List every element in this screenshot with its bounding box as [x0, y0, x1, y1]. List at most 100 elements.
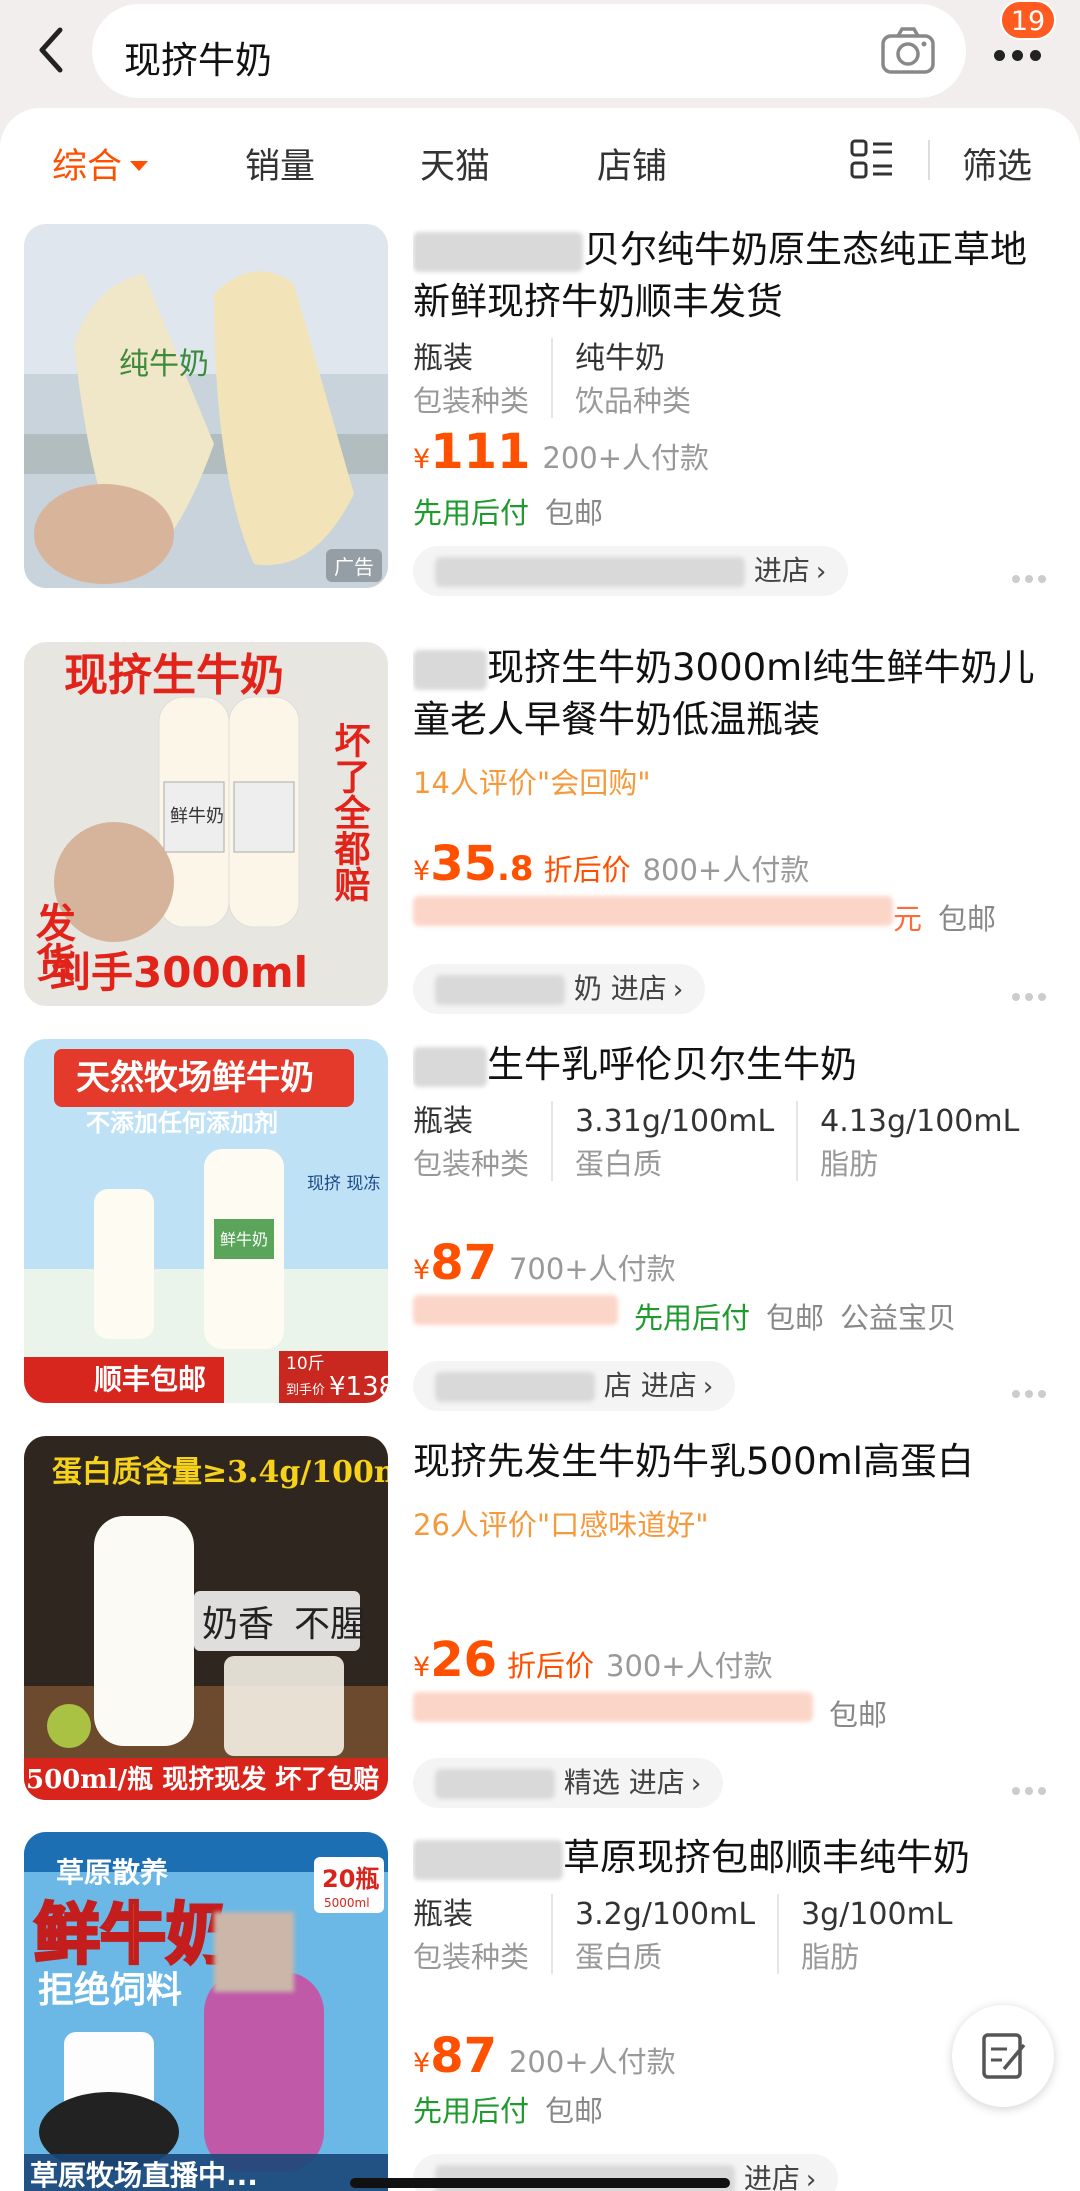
attr-drink-type: 纯牛奶 饮品种类	[575, 338, 713, 418]
product-title-text: 草原现挤包邮顺丰纯牛奶	[563, 1836, 970, 1879]
product-info: 现挤生牛奶3000ml纯生鲜牛奶儿童老人早餐牛奶低温瓶装 14人评价"会回购" …	[413, 642, 1053, 1014]
product-item[interactable]: 鲜牛奶 现挤生牛奶 发货 坏了全都赔 到手3000ml 现挤生牛奶3000ml纯…	[0, 642, 1080, 1038]
edit-note-button[interactable]	[952, 2005, 1054, 2107]
service-tags: 先用后付 包邮	[413, 490, 619, 532]
shop-link[interactable]: 精选 进店 ›	[413, 1758, 724, 1808]
item-more-icon[interactable]	[1012, 986, 1052, 1006]
item-more-icon[interactable]	[1012, 1383, 1052, 1403]
product-info: 贝尔纯牛奶原生态纯正草地新鲜现挤牛奶顺丰发货 瓶装 包装种类 纯牛奶 饮品种类 ¥1…	[413, 224, 1053, 596]
shop-enter-label: 店 进店	[603, 1369, 697, 1402]
chevron-left-icon	[39, 27, 63, 73]
sales-count: 200+人付款	[542, 441, 710, 475]
product-title-text: 生牛乳呼伦贝尔生牛奶	[487, 1043, 857, 1086]
search-box[interactable]: 现挤牛奶	[92, 4, 966, 98]
product-item[interactable]: 蛋白质含量≥3.4g/100ml 奶香 不腥 500ml/瓶 现挤现发 坏了包赔…	[0, 1436, 1080, 1832]
product-image[interactable]: 天然牧场鲜牛奶 不添加任何添加剂 鲜牛奶 现挤 现冻 ✓现发货 顺丰包邮 10斤…	[24, 1039, 388, 1403]
blurred-shop-name	[435, 1769, 555, 1799]
camera-icon[interactable]	[880, 26, 936, 76]
sales-count: 200+人付款	[508, 2045, 676, 2079]
tag-free-shipping: 包邮	[545, 2094, 604, 2128]
price: ¥87	[413, 2028, 497, 2084]
image-caption: 纯牛奶	[119, 347, 209, 382]
price-row: ¥35.8 折后价 800+人付款	[413, 836, 809, 892]
product-image[interactable]: 草原散养 鲜牛奶 拒绝饲料 20瓶 5000ml 草原牧场直播中...	[24, 1832, 388, 2191]
blurred-text	[413, 649, 487, 690]
blurred-shop-name	[435, 1372, 595, 1402]
product-item[interactable]: 纯牛奶 广告 贝尔纯牛奶原生态纯正草地新鲜现挤牛奶顺丰发货 瓶装 包装种类 纯牛奶…	[0, 224, 1080, 620]
image-badge: 20瓶	[322, 1865, 379, 1893]
back-button[interactable]	[30, 20, 74, 80]
blurred-shop-name	[435, 557, 745, 587]
price-row: ¥87 200+人付款	[413, 2028, 676, 2084]
image-right: 坏了全都赔	[329, 722, 372, 902]
promo-tail: 元	[893, 902, 923, 936]
tag-free-shipping: 包邮	[829, 1698, 888, 1732]
tag-free-shipping: 包邮	[766, 1301, 825, 1335]
blurred-text	[413, 1046, 487, 1087]
caret-down-icon	[130, 161, 149, 171]
item-more-icon[interactable]	[1012, 1780, 1052, 1800]
product-title[interactable]: 生牛乳呼伦贝尔生牛奶	[413, 1039, 1053, 1091]
price-value: 35	[430, 836, 497, 892]
attr-value: 3.31g/100mL	[575, 1104, 775, 1139]
tab-sales[interactable]: 销量	[245, 138, 315, 189]
product-item[interactable]: 草原散养 鲜牛奶 拒绝饲料 20瓶 5000ml 草原牧场直播中... 草原现挤…	[0, 1832, 1080, 2191]
price-row: ¥87 700+人付款	[413, 1235, 676, 1291]
image-main: 鲜牛奶	[34, 1896, 232, 1973]
shop-link[interactable]: 店 进店 ›	[413, 1361, 736, 1411]
image-sub: 不添加任何添加剂	[86, 1109, 278, 1137]
search-query[interactable]: 现挤牛奶	[124, 30, 272, 84]
product-image[interactable]: 鲜牛奶 现挤生牛奶 发货 坏了全都赔 到手3000ml	[24, 642, 388, 1006]
product-item[interactable]: 天然牧场鲜牛奶 不添加任何添加剂 鲜牛奶 现挤 现冻 ✓现发货 顺丰包邮 10斤…	[0, 1039, 1080, 1435]
product-title[interactable]: 现挤生牛奶3000ml纯生鲜牛奶儿童老人早餐牛奶低温瓶装	[413, 642, 1053, 746]
attr-packaging: 瓶装 包装种类	[413, 338, 554, 418]
edit-icon	[982, 2033, 1026, 2079]
product-attributes: 瓶装 包装种类 3.2g/100mL 蛋白质 3g/100mL 脂肪	[413, 1894, 1053, 1974]
product-title[interactable]: 现挤先发生牛奶牛乳500ml高蛋白	[413, 1436, 1053, 1488]
price-value: 87	[430, 1235, 497, 1291]
product-title[interactable]: 贝尔纯牛奶原生态纯正草地新鲜现挤牛奶顺丰发货	[413, 224, 1053, 328]
attr-protein: 3.2g/100mL 蛋白质	[575, 1894, 780, 1974]
filter-tabs: 综合 销量 天猫 店铺 筛选	[0, 108, 1080, 213]
attr-key: 包装种类	[413, 1940, 530, 1974]
tab-comprehensive-label: 综合	[52, 147, 123, 187]
image-bottom: 到手3000ml	[49, 948, 308, 997]
tab-comprehensive[interactable]: 综合	[52, 138, 149, 189]
attr-key: 蛋白质	[575, 1147, 663, 1181]
image-top: 草原散养	[56, 1856, 168, 1889]
sales-count: 800+人付款	[642, 853, 810, 887]
discount-label: 折后价	[506, 1649, 594, 1683]
service-tags: 先用后付 包邮 公益宝贝	[413, 1295, 972, 1337]
chevron-right-icon: ›	[702, 1372, 714, 1402]
tag-free-shipping: 包邮	[938, 902, 997, 936]
attr-value: 4.13g/100mL	[820, 1104, 1020, 1139]
attr-key: 饮品种类	[575, 384, 692, 418]
attr-key: 脂肪	[820, 1147, 879, 1181]
price: ¥35.8	[413, 836, 534, 892]
attr-key: 蛋白质	[575, 1940, 663, 1974]
attr-packaging: 瓶装 包装种类	[413, 1101, 554, 1181]
tab-filter[interactable]: 筛选	[962, 138, 1032, 189]
price-decimal: .8	[496, 849, 534, 889]
item-more-icon[interactable]	[1012, 568, 1052, 588]
product-attributes: 瓶装 包装种类 纯牛奶饮品种类	[413, 338, 1053, 418]
tag-pay-later: 先用后付	[634, 1301, 751, 1335]
tab-tmall[interactable]: 天猫	[420, 138, 490, 189]
review-summary: 26人评价"口感味道好"	[413, 1508, 709, 1542]
shop-link[interactable]: 奶 进店 ›	[413, 964, 706, 1014]
shop-enter-label: 进店	[743, 2162, 800, 2191]
image-price-tag2: 到手价	[286, 1383, 325, 1398]
product-title[interactable]: 草原现挤包邮顺丰纯牛奶	[413, 1832, 1053, 1884]
attr-value: 纯牛奶	[575, 341, 666, 376]
more-dots-icon	[994, 46, 1048, 65]
image-banner: 现挤生牛奶	[64, 650, 284, 701]
shop-link[interactable]: 进店 ›	[413, 546, 849, 596]
blurred-text	[413, 231, 583, 272]
tab-shop[interactable]: 店铺	[597, 138, 667, 189]
attr-key: 包装种类	[413, 1147, 530, 1181]
product-image[interactable]: 蛋白质含量≥3.4g/100ml 奶香 不腥 500ml/瓶 现挤现发 坏了包赔	[24, 1436, 388, 1800]
product-image[interactable]: 纯牛奶 广告	[24, 224, 388, 588]
shop-enter-label: 奶 进店	[573, 972, 667, 1005]
list-view-toggle-icon[interactable]	[850, 138, 894, 182]
blurred-promo	[413, 896, 893, 926]
